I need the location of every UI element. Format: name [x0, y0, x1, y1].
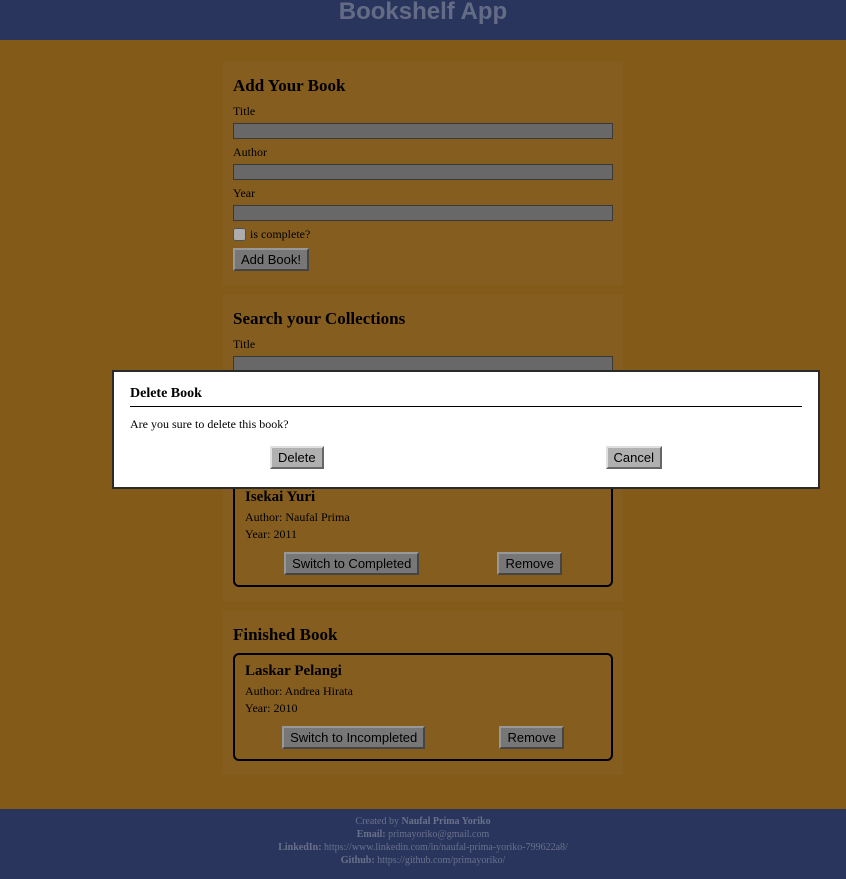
- cancel-button[interactable]: Cancel: [606, 446, 662, 469]
- delete-button[interactable]: Delete: [270, 446, 324, 469]
- modal-divider: [130, 406, 802, 407]
- delete-modal: Delete Book Are you sure to delete this …: [112, 370, 820, 489]
- modal-title: Delete Book: [130, 386, 802, 402]
- modal-message: Are you sure to delete this book?: [130, 417, 802, 432]
